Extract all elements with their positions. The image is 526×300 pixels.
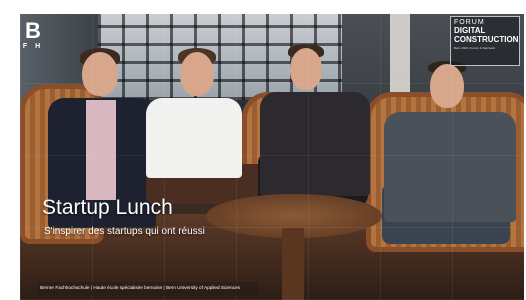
forum-logo: FORUM DIGITAL CONSTRUCTION Bern 2023 | F… <box>450 16 520 66</box>
bfh-logo: B F H <box>21 16 45 54</box>
forum-logo-line2: DIGITAL <box>454 26 486 35</box>
hero-image <box>20 14 524 300</box>
forum-logo-line3: CONSTRUCTION <box>454 35 519 44</box>
footer-text: Berner Fachhochschule | Haute école spéc… <box>40 285 240 290</box>
forum-logo-line4: Bern 2023 | Forum & Netzwerk <box>454 46 496 50</box>
logo-subtext: F H <box>22 42 44 50</box>
logo-letter: B <box>25 17 41 43</box>
page-title: Startup Lunch <box>42 196 173 219</box>
page-subtitle: S'inspirer des startups qui ont réussi <box>44 226 205 237</box>
grid-overlay <box>20 14 524 300</box>
